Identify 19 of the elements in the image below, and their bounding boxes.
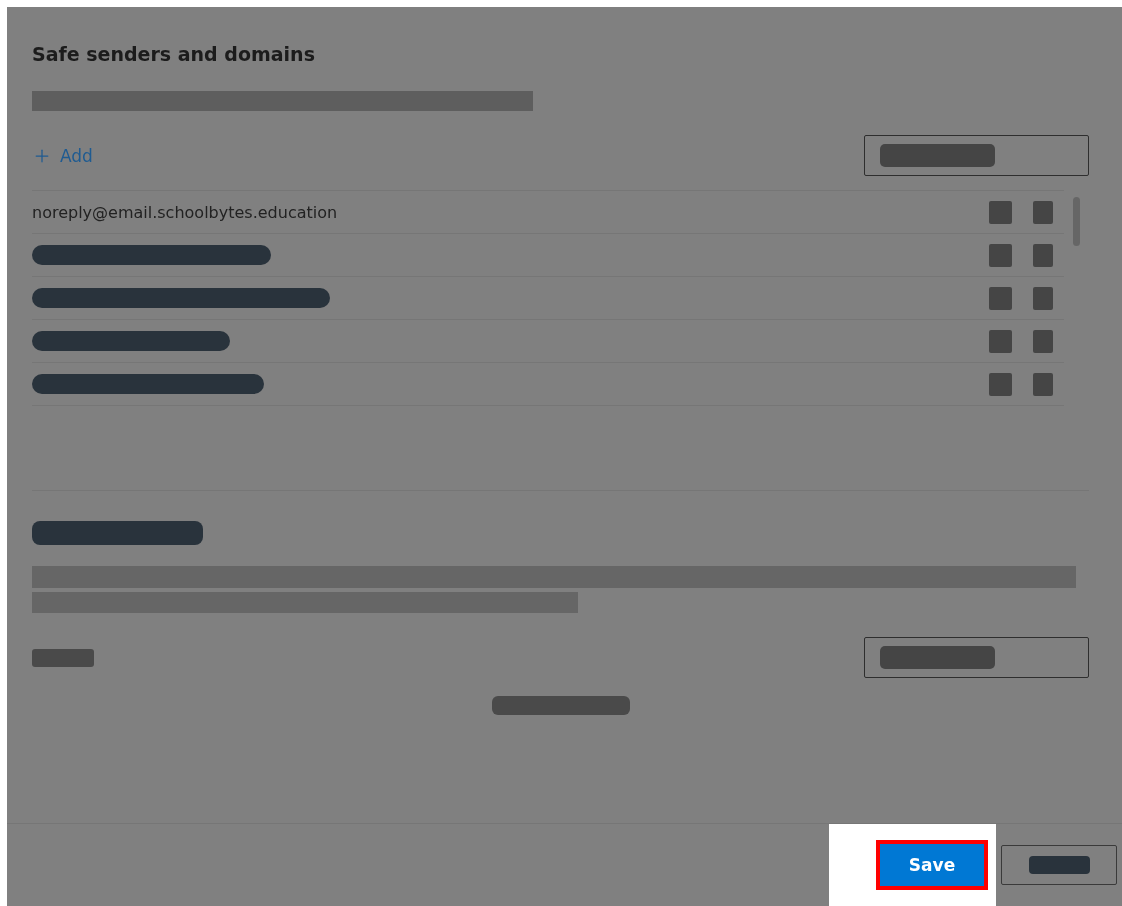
- dropdown[interactable]: [864, 637, 1089, 678]
- square-icon[interactable]: [1033, 286, 1053, 310]
- save-button[interactable]: Save: [876, 840, 988, 890]
- square-icon[interactable]: [989, 286, 1012, 310]
- redaction-bar: [32, 648, 94, 667]
- section-title: Safe senders and domains: [32, 43, 316, 65]
- square-icon[interactable]: [989, 200, 1012, 224]
- dropdown[interactable]: [864, 135, 1089, 176]
- square-icon[interactable]: [1033, 243, 1053, 267]
- square-icon[interactable]: [1033, 200, 1053, 224]
- redaction-bar: [1028, 856, 1090, 874]
- sender-address: noreply@email.schoolbytes.education: [32, 202, 339, 222]
- square-icon[interactable]: [1033, 372, 1053, 396]
- square-icon[interactable]: [989, 329, 1012, 353]
- outline-button[interactable]: [1001, 845, 1117, 885]
- square-icon[interactable]: [1033, 329, 1053, 353]
- scrollbar-thumb[interactable]: [1073, 197, 1080, 246]
- square-icon[interactable]: [989, 243, 1012, 267]
- square-icon[interactable]: [989, 372, 1012, 396]
